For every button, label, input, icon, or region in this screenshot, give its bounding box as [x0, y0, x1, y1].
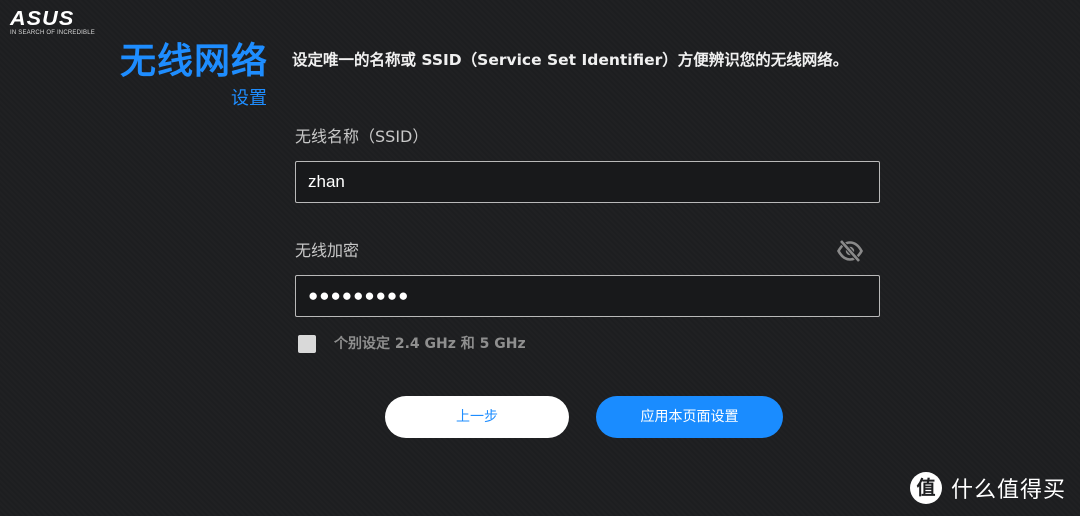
asus-logo: ASUS IN SEARCH OF INCREDIBLE — [10, 9, 95, 37]
page-title: 无线网络 — [119, 41, 268, 82]
back-button[interactable]: 上一步 — [385, 396, 569, 438]
password-input[interactable] — [295, 275, 880, 317]
apply-settings-button[interactable]: 应用本页面设置 — [596, 396, 783, 438]
eye-off-icon[interactable] — [837, 239, 863, 263]
ssid-input[interactable] — [295, 161, 880, 203]
page-description: 设定唯一的名称或 SSID（Service Set Identifier）方便辨… — [292, 51, 849, 69]
watermark: 值 什么值得买 — [910, 470, 1066, 506]
watermark-text: 什么值得买 — [951, 478, 1067, 503]
ssid-label: 无线名称（SSID） — [295, 127, 429, 146]
page-subtitle: 设置 — [231, 88, 267, 109]
watermark-badge-glyph: 值 — [916, 477, 936, 499]
separate-bands-checkbox[interactable] — [298, 335, 316, 353]
password-label: 无线加密 — [295, 241, 360, 260]
logo-wordmark: ASUS — [10, 8, 75, 30]
separate-bands-label: 个别设定 2.4 GHz 和 5 GHz — [334, 336, 526, 352]
watermark-badge-icon: 值 — [910, 472, 942, 504]
logo-tagline: IN SEARCH OF INCREDIBLE — [10, 30, 95, 36]
